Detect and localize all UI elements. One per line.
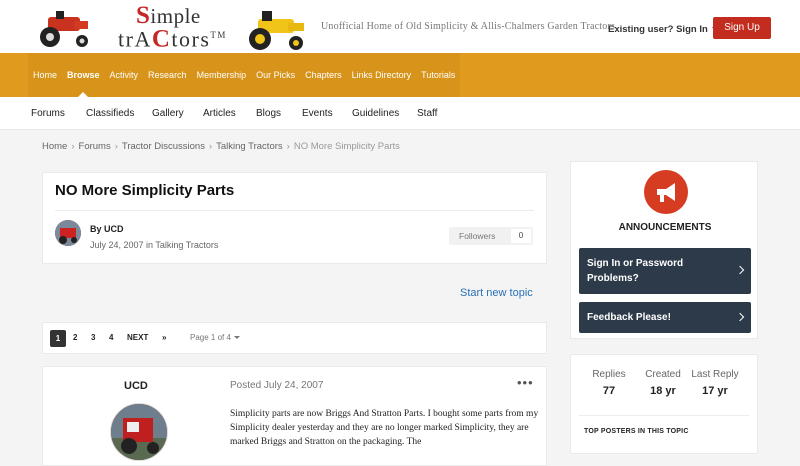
yellow-tractor-icon [249,11,304,50]
nav-activity[interactable]: Activity [105,53,144,97]
divider [55,210,534,211]
stat-label: Replies [592,369,626,380]
announcements-title: ANNOUNCEMENTS [618,222,712,233]
page-title: NO More Simplicity Parts [55,182,235,199]
breadcrumb-home[interactable]: Home [42,141,67,152]
start-new-topic-link[interactable]: Start new topic [460,287,533,299]
site-header: Simple trACtorsTM Unofficial Home of Old… [0,0,800,53]
sign-up-button[interactable]: Sign Up [713,17,771,39]
subnav-articles[interactable]: Articles [203,108,236,119]
nav-browse[interactable]: Browse [62,53,105,97]
followers-count: 0 [511,229,531,243]
chevron-right-icon: › [208,141,213,152]
tractor-photo-icon [111,404,167,460]
subnav-staff[interactable]: Staff [417,108,437,119]
nav-home[interactable]: Home [28,53,62,97]
followers-button[interactable]: Followers 0 [449,227,533,245]
stat-value: 18 yr [650,385,676,397]
more-options-icon[interactable]: ••• [517,375,534,390]
tractor-photo-icon [55,220,81,246]
stat-label: Created [645,369,681,380]
subnav-guidelines[interactable]: Guidelines [352,108,399,119]
chevron-right-icon: › [286,141,290,152]
next-page-button[interactable]: NEXT [127,333,148,342]
post-body: Simplicity parts are now Briggs And Stra… [230,409,539,447]
stat-replies: Replies 77 [579,369,639,397]
breadcrumb: Home › Forums › Tractor Discussions › Talking … [42,141,400,152]
top-posters-heading: TOP POSTERS IN THIS TOPIC [584,428,689,435]
site-tagline: Unofficial Home of Old Simplicity & Alli… [321,21,616,32]
stat-created: Created 18 yr [633,369,693,397]
topic-date: July 24, 2007 in Talking Tractors [90,240,219,250]
chevron-down-icon [233,336,240,340]
followers-label: Followers [459,231,496,241]
announcement-label: Sign In or Password Problems? [587,258,684,284]
sub-nav: Forums Classifieds Gallery Articles Blog… [0,97,800,130]
page-4-button[interactable]: 4 [109,333,113,342]
subnav-blogs[interactable]: Blogs [256,108,281,119]
breadcrumb-talking-tractors[interactable]: Talking Tractors [216,141,283,152]
announcement-feedback[interactable]: Feedback Please! [579,302,751,333]
nav-our-picks[interactable]: Our Picks [251,53,300,97]
breadcrumb-forums[interactable]: Forums [79,141,111,152]
page-3-button[interactable]: 3 [91,333,95,342]
topic-stats-widget: Replies 77 Created 18 yr Last Reply 17 y… [570,354,758,454]
stat-last-reply: Last Reply 17 yr [685,369,745,397]
site-logo[interactable]: Simple trACtorsTM [30,3,320,51]
logo-wordmark: Simple trACtorsTM [118,2,227,53]
author-avatar-small[interactable] [55,220,81,246]
stat-label: Last Reply [691,369,739,380]
page-of-label: Page 1 of 4 [190,333,231,342]
red-tractor-icon [40,11,88,47]
page-jump-dropdown[interactable]: Page 1 of 4 [190,333,240,342]
subnav-classifieds[interactable]: Classifieds [86,108,134,119]
main-nav: Home Browse Activity Research Membership… [0,53,800,97]
post-author-name[interactable]: UCD [124,380,148,392]
nav-tutorials[interactable]: Tutorials [416,53,460,97]
post: UCD Posted July 24, 2007 ••• Simplicity … [42,366,547,466]
nav-chapters[interactable]: Chapters [300,53,347,97]
sign-in-link[interactable]: Existing user? Sign In [608,24,718,35]
announcement-sign-in-problems[interactable]: Sign In or Password Problems? [579,248,751,294]
sign-in-label: Existing user? Sign In [608,24,708,35]
breadcrumb-current: NO More Simplicity Parts [293,141,400,152]
announcement-label: Feedback Please! [587,312,671,323]
stat-value: 17 yr [702,385,728,397]
announcements-widget: ANNOUNCEMENTS Sign In or Password Proble… [570,161,758,339]
nav-membership[interactable]: Membership [192,53,252,97]
pagination: 1 2 3 4 NEXT » Page 1 of 4 [42,322,547,354]
subnav-events[interactable]: Events [302,108,333,119]
nav-research[interactable]: Research [143,53,192,97]
last-page-button[interactable]: » [162,333,166,342]
page-1-button[interactable]: 1 [50,330,66,347]
chevron-right-icon: › [114,141,118,152]
subnav-forums[interactable]: Forums [31,108,65,119]
post-author-avatar[interactable] [110,403,168,461]
chevron-right-icon: › [71,141,75,152]
chevron-right-icon [735,312,745,321]
nav-links-directory[interactable]: Links Directory [347,53,417,97]
topic-header: NO More Simplicity Parts By UCD July 24,… [42,172,547,264]
divider [579,415,749,416]
chevron-right-icon [735,265,745,275]
post-date[interactable]: Posted July 24, 2007 [230,380,323,391]
subnav-gallery[interactable]: Gallery [152,108,184,119]
topic-author[interactable]: By UCD [90,224,124,234]
breadcrumb-tractor-discussions[interactable]: Tractor Discussions [122,141,205,152]
megaphone-icon [644,170,688,214]
page-2-button[interactable]: 2 [73,333,77,342]
stat-value: 77 [602,385,616,397]
